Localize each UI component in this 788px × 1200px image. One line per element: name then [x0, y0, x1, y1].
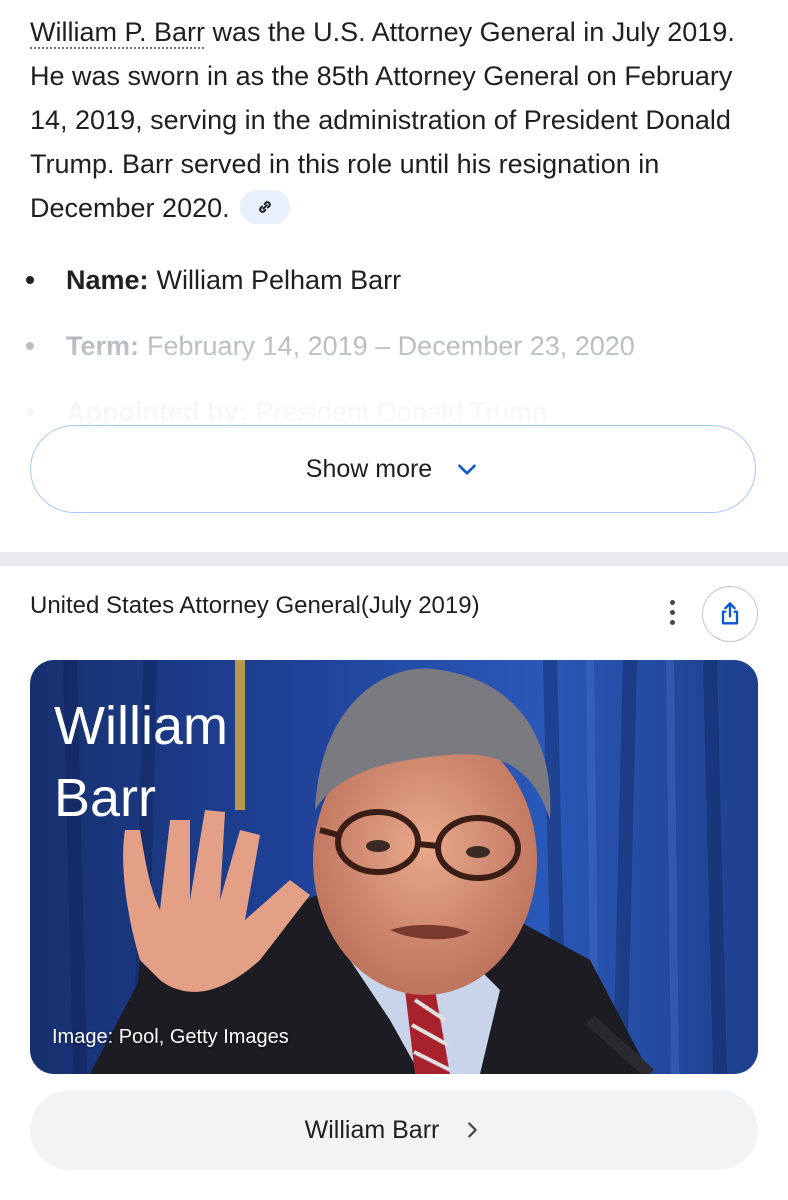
entity-link-william-barr[interactable]: William P. Barr: [30, 17, 205, 47]
fact-value: President Donald Trump: [255, 396, 547, 427]
fact-label: Term:: [66, 330, 140, 361]
fact-value: February 14, 2019 – December 23, 2020: [147, 330, 635, 361]
image-name-line-2: Barr: [54, 768, 157, 828]
show-more-label: Show more: [305, 454, 433, 483]
card-title: United States Attorney General(July 2019…: [30, 592, 480, 619]
fact-item-name: Name: William Pelham Barr: [26, 256, 401, 304]
image-name-line-1: William: [54, 696, 228, 756]
share-icon: [721, 602, 739, 625]
bullet-dot: [26, 408, 34, 416]
fact-item-term: Term: February 14, 2019 – December 23, 20…: [26, 322, 635, 370]
more-vert-icon: [669, 599, 675, 605]
answer-paragraph: William P. Barr was the U.S. Attorney Ge…: [30, 10, 760, 230]
fact-label: Name:: [66, 264, 149, 295]
entity-button-william-barr[interactable]: William Barr: [30, 1090, 758, 1170]
answer-body: was the U.S. Attorney General in July 20…: [30, 17, 735, 223]
entity-button-label: William Barr: [304, 1115, 440, 1144]
fact-label: Appointed by:: [66, 396, 248, 427]
citation-chip[interactable]: [239, 189, 290, 224]
chevron-down-icon: [458, 464, 477, 475]
share-button[interactable]: [702, 586, 758, 642]
more-options-button[interactable]: [656, 592, 688, 632]
chevron-right-icon: [468, 1122, 478, 1138]
link-icon: [258, 201, 271, 213]
ai-answer-text: William P. Barr was the U.S. Attorney Ge…: [30, 10, 760, 230]
person-image[interactable]: William Barr Image: Pool, Getty Images: [30, 660, 758, 1074]
show-more-button[interactable]: Show more: [30, 425, 756, 513]
image-overlay-name: William Barr: [54, 690, 354, 834]
section-divider: [0, 552, 788, 566]
fact-value: William Pelham Barr: [156, 264, 402, 295]
bullet-dot: [26, 276, 34, 284]
image-credit: Image: Pool, Getty Images: [52, 1026, 289, 1048]
bullet-dot: [26, 342, 34, 350]
